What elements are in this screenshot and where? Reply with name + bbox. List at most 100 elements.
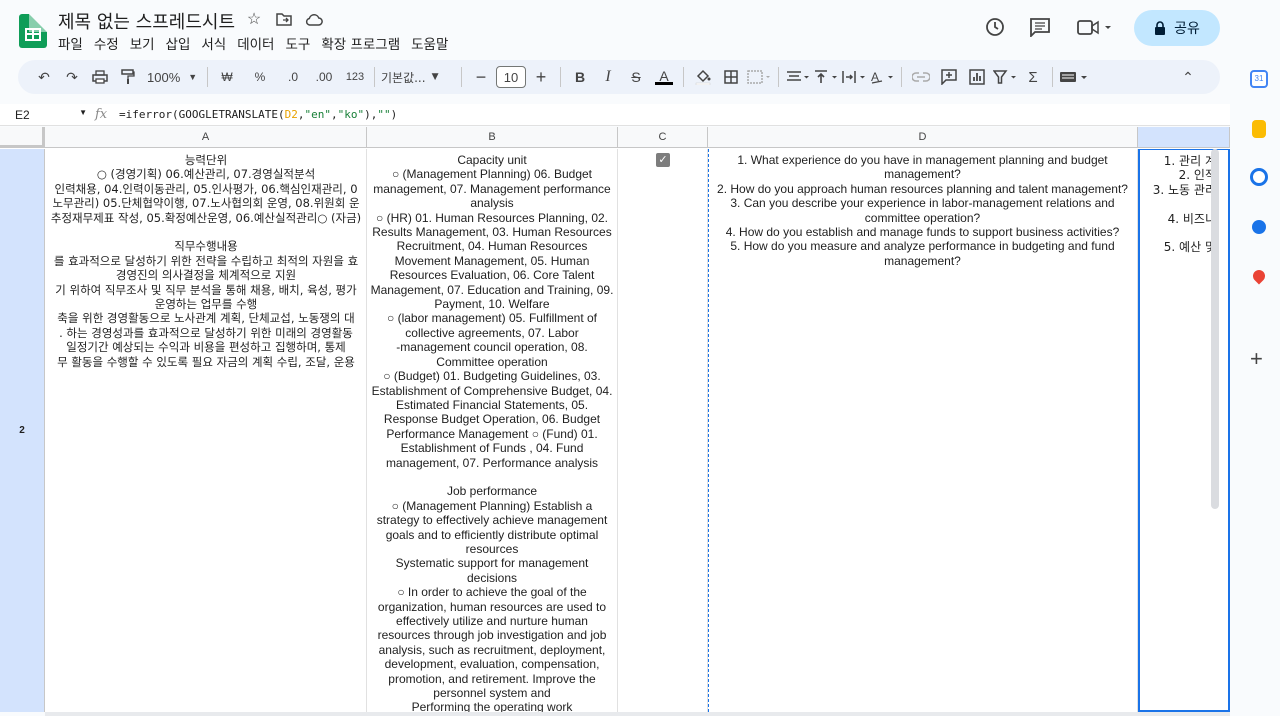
column-header-a[interactable]: A bbox=[45, 127, 367, 148]
comments-icon[interactable] bbox=[1029, 17, 1051, 39]
cell_a-line: 직무수행내용 bbox=[174, 239, 238, 254]
font-size-input[interactable]: 10 bbox=[496, 66, 526, 88]
insert-link-icon[interactable] bbox=[908, 64, 934, 90]
column-header-d[interactable]: D bbox=[708, 127, 1138, 148]
undo-icon[interactable]: ↶ bbox=[31, 64, 57, 90]
keep-icon[interactable] bbox=[1252, 120, 1266, 138]
collapse-toolbar-icon[interactable]: ⌃ bbox=[1175, 64, 1201, 90]
menu-format[interactable]: 서식 bbox=[201, 33, 234, 53]
cell_d-line: management? bbox=[884, 253, 961, 268]
calendar-icon[interactable]: 31 bbox=[1250, 70, 1268, 88]
borders-icon[interactable] bbox=[718, 64, 744, 90]
cell-a2[interactable]: 능력단위 ○ (경영기획) 06.예산관리, 07.경영실적분석 인력채용, 04.… bbox=[45, 149, 367, 712]
horizontal-align-icon[interactable] bbox=[785, 64, 811, 90]
formula-input[interactable]: =iferror(GOOGLETRANSLATE(D2,"en","ko"),"… bbox=[119, 108, 397, 121]
cell_b-line: ○ (labor management) 05. Fulfillment of bbox=[386, 311, 597, 326]
font-size-increase-button[interactable]: + bbox=[528, 64, 554, 90]
increase-decimal-button[interactable]: .00 bbox=[311, 64, 337, 90]
cell_b-line: collective agreements, 07. Labor bbox=[405, 325, 579, 340]
format-currency-button[interactable]: ₩ bbox=[214, 64, 240, 90]
font-select[interactable]: 기본값... ▼ bbox=[381, 64, 455, 90]
cell_b-line: Performing the operating work bbox=[411, 700, 573, 712]
maps-icon[interactable] bbox=[1250, 267, 1268, 285]
cell_b-line: Estimated Financial Statements, 05. bbox=[395, 397, 589, 412]
zoom-select[interactable]: 100% ▼ bbox=[143, 64, 201, 90]
separator bbox=[374, 67, 375, 87]
share-button[interactable]: 공유 bbox=[1134, 10, 1220, 46]
column-header-e[interactable] bbox=[1138, 127, 1230, 148]
menu-view[interactable]: 보기 bbox=[130, 33, 163, 53]
cell_b-line: analysis bbox=[470, 196, 514, 211]
bold-icon[interactable]: B bbox=[567, 64, 593, 90]
cell_e-line bbox=[1140, 226, 1216, 240]
checkbox-checked[interactable]: ✓ bbox=[656, 153, 670, 167]
cell_a-line: 노무관리) 05.단체협약이행, 07.노사협의회 운영, 08.위원회 운 bbox=[52, 196, 360, 211]
select-all-corner[interactable] bbox=[0, 127, 45, 148]
menu-edit[interactable]: 수정 bbox=[94, 33, 127, 53]
vertical-scrollbar[interactable] bbox=[1211, 149, 1219, 509]
cell-b2[interactable]: Capacity unit ○ (Management Planning) 06.… bbox=[367, 149, 618, 712]
font-size-decrease-button[interactable]: − bbox=[468, 64, 494, 90]
paint-format-icon[interactable] bbox=[115, 64, 141, 90]
filter-icon[interactable] bbox=[992, 64, 1018, 90]
contacts-icon[interactable] bbox=[1252, 220, 1266, 234]
decrease-decimal-button[interactable]: .0 bbox=[280, 64, 306, 90]
menu-tools[interactable]: 도구 bbox=[285, 33, 318, 53]
column-header-b[interactable]: B bbox=[367, 127, 618, 148]
move-folder-icon[interactable] bbox=[275, 10, 293, 28]
cell_a-line: 추정재무제표 작성, 05.확정예산운영, 06.예산실적관리○ (자금) bbox=[50, 210, 362, 225]
tasks-icon[interactable] bbox=[1250, 168, 1268, 186]
text-wrapping-icon[interactable] bbox=[841, 64, 867, 90]
format-percent-button[interactable]: % bbox=[247, 64, 273, 90]
more-formats-button[interactable]: 123 bbox=[342, 64, 368, 90]
cell_d-line: committee operation? bbox=[864, 210, 981, 225]
redo-icon[interactable]: ↷ bbox=[59, 64, 85, 90]
vertical-align-icon[interactable] bbox=[813, 64, 839, 90]
lock-icon bbox=[1155, 21, 1166, 35]
italic-icon[interactable]: I bbox=[595, 64, 621, 90]
cloud-status-icon[interactable] bbox=[305, 10, 323, 28]
text-rotation-icon[interactable]: A bbox=[869, 64, 895, 90]
menu-help[interactable]: 도움말 bbox=[411, 33, 456, 53]
cell_e-line bbox=[1140, 197, 1216, 211]
star-icon[interactable]: ☆ bbox=[245, 10, 263, 28]
menu-extensions[interactable]: 확장 프로그램 bbox=[321, 33, 408, 53]
add-addon-icon[interactable]: + bbox=[1250, 346, 1263, 372]
menu-insert[interactable]: 삽입 bbox=[166, 33, 199, 53]
insert-chart-icon[interactable] bbox=[964, 64, 990, 90]
cell_a-line: 무 활동을 수행할 수 있도록 필요 자금의 계획 수립, 조달, 운용 bbox=[57, 354, 355, 369]
cell_b-line: Job performance bbox=[446, 484, 538, 499]
dropdown-arrow-icon: ▼ bbox=[188, 72, 198, 82]
strikethrough-icon[interactable]: S bbox=[623, 64, 649, 90]
horizontal-scrollbar[interactable] bbox=[45, 712, 1230, 716]
formula-ref: D2 bbox=[284, 108, 298, 121]
cell_e-line: 5. 예산 및 bbox=[1163, 240, 1216, 255]
side-panel: 31 + bbox=[1236, 60, 1280, 716]
formula-prefix: =iferror(GOOGLETRANSLATE( bbox=[119, 108, 285, 121]
print-icon[interactable] bbox=[87, 64, 113, 90]
history-icon[interactable] bbox=[984, 16, 1006, 38]
sheets-logo-icon[interactable] bbox=[19, 14, 47, 48]
meet-icon[interactable] bbox=[1077, 18, 1117, 38]
menu-data[interactable]: 데이터 bbox=[237, 33, 282, 53]
text-color-icon[interactable]: A bbox=[651, 64, 677, 90]
input-tools-icon[interactable] bbox=[1059, 64, 1089, 90]
cell_a-line: 운영하는 업무를 수행 bbox=[154, 297, 258, 312]
cell_b-line: analysis, such as recruitment, deploymen… bbox=[378, 642, 606, 657]
merge-cells-icon[interactable] bbox=[746, 64, 772, 90]
font-value: 기본값... bbox=[381, 70, 426, 85]
document-title[interactable]: 제목 없는 스프레드시트 bbox=[58, 8, 235, 34]
cell_a-line: . 하는 경영성과를 효과적으로 달성하기 위한 미래의 경영활동 bbox=[59, 325, 353, 340]
functions-icon[interactable]: Σ bbox=[1020, 64, 1046, 90]
row-header-2[interactable]: 2 bbox=[0, 149, 45, 712]
cell_b-line: Management, 07. Education and Training, … bbox=[370, 282, 614, 297]
cell-c2[interactable]: ✓ bbox=[618, 149, 708, 712]
cell-d2[interactable]: 1. What experience do you have in manage… bbox=[708, 149, 1138, 712]
cell_b-line: Payment, 10. Welfare bbox=[434, 297, 550, 312]
cell_e-line: 3. 노동 관리 bbox=[1152, 182, 1216, 197]
name-box[interactable]: E2 ▼ bbox=[0, 108, 95, 122]
menu-file[interactable]: 파일 bbox=[58, 33, 91, 53]
insert-comment-icon[interactable] bbox=[936, 64, 962, 90]
column-header-c[interactable]: C bbox=[618, 127, 708, 148]
fill-color-icon[interactable] bbox=[690, 64, 716, 90]
